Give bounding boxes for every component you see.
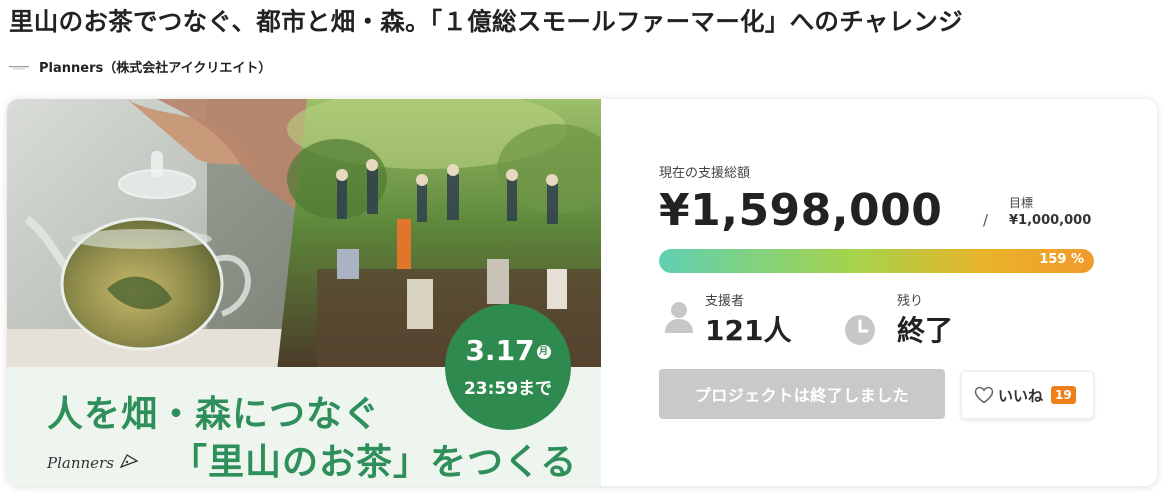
project-ended-button[interactable]: プロジェクトは終了しました <box>659 369 945 419</box>
project-card: 人を畑・森につなぐ 「里山のお茶」をつくる Planners 3.17 月 23:… <box>7 99 1157 486</box>
like-label: いいね <box>998 386 1044 405</box>
progress-percent: 159 % <box>1039 252 1084 267</box>
remaining-label: 残り <box>897 294 924 309</box>
like-button[interactable]: いいね 19 <box>961 371 1094 419</box>
goal-separator: / <box>983 211 989 229</box>
goal-value: ¥1,000,000 <box>1009 213 1092 228</box>
brand-flag-icon <box>119 454 139 469</box>
person-icon <box>665 302 693 333</box>
progress-bar: 159 % <box>659 249 1094 273</box>
heart-icon <box>974 386 994 404</box>
progress-fill <box>659 249 1094 273</box>
teapot-photo <box>7 99 307 371</box>
total-amount: ¥1,598,000 <box>659 185 943 236</box>
hero-brand-logo: Planners <box>47 454 114 472</box>
clock-icon <box>845 315 875 345</box>
page-title: 里山のお茶でつなぐ、都市と畑・森。「１億総スモールファーマー化」へのチャレンジ <box>9 7 963 36</box>
project-owner[interactable]: Planners（株式会社アイクリエイト） <box>9 57 271 76</box>
supporters-label: 支援者 <box>705 294 745 309</box>
owner-logo-icon <box>9 62 29 72</box>
total-label: 現在の支援総額 <box>659 166 751 181</box>
month-mark: 月 <box>536 345 551 359</box>
supporters-value: 121人 <box>705 314 792 347</box>
hero-visual: 人を畑・森につなぐ 「里山のお茶」をつくる Planners 3.17 月 23:… <box>7 99 601 486</box>
deadline-badge: 3.17 月 23:59まで <box>445 304 571 430</box>
remaining-value: 終了 <box>897 314 954 347</box>
funding-stats: 現在の支援総額 ¥1,598,000 / 目標 ¥1,000,000 159 %… <box>601 99 1157 486</box>
deadline-time: 23:59まで <box>463 379 553 399</box>
deadline-date: 3.17 月 <box>445 334 571 367</box>
hero-headline-line1: 人を畑・森につなぐ <box>47 394 381 435</box>
like-count-badge: 19 <box>1051 386 1076 404</box>
owner-name[interactable]: Planners（株式会社アイクリエイト） <box>39 57 271 76</box>
goal-label: 目標 <box>1009 196 1034 210</box>
hero-headline-line2: 「里山のお茶」をつくる <box>171 442 578 483</box>
